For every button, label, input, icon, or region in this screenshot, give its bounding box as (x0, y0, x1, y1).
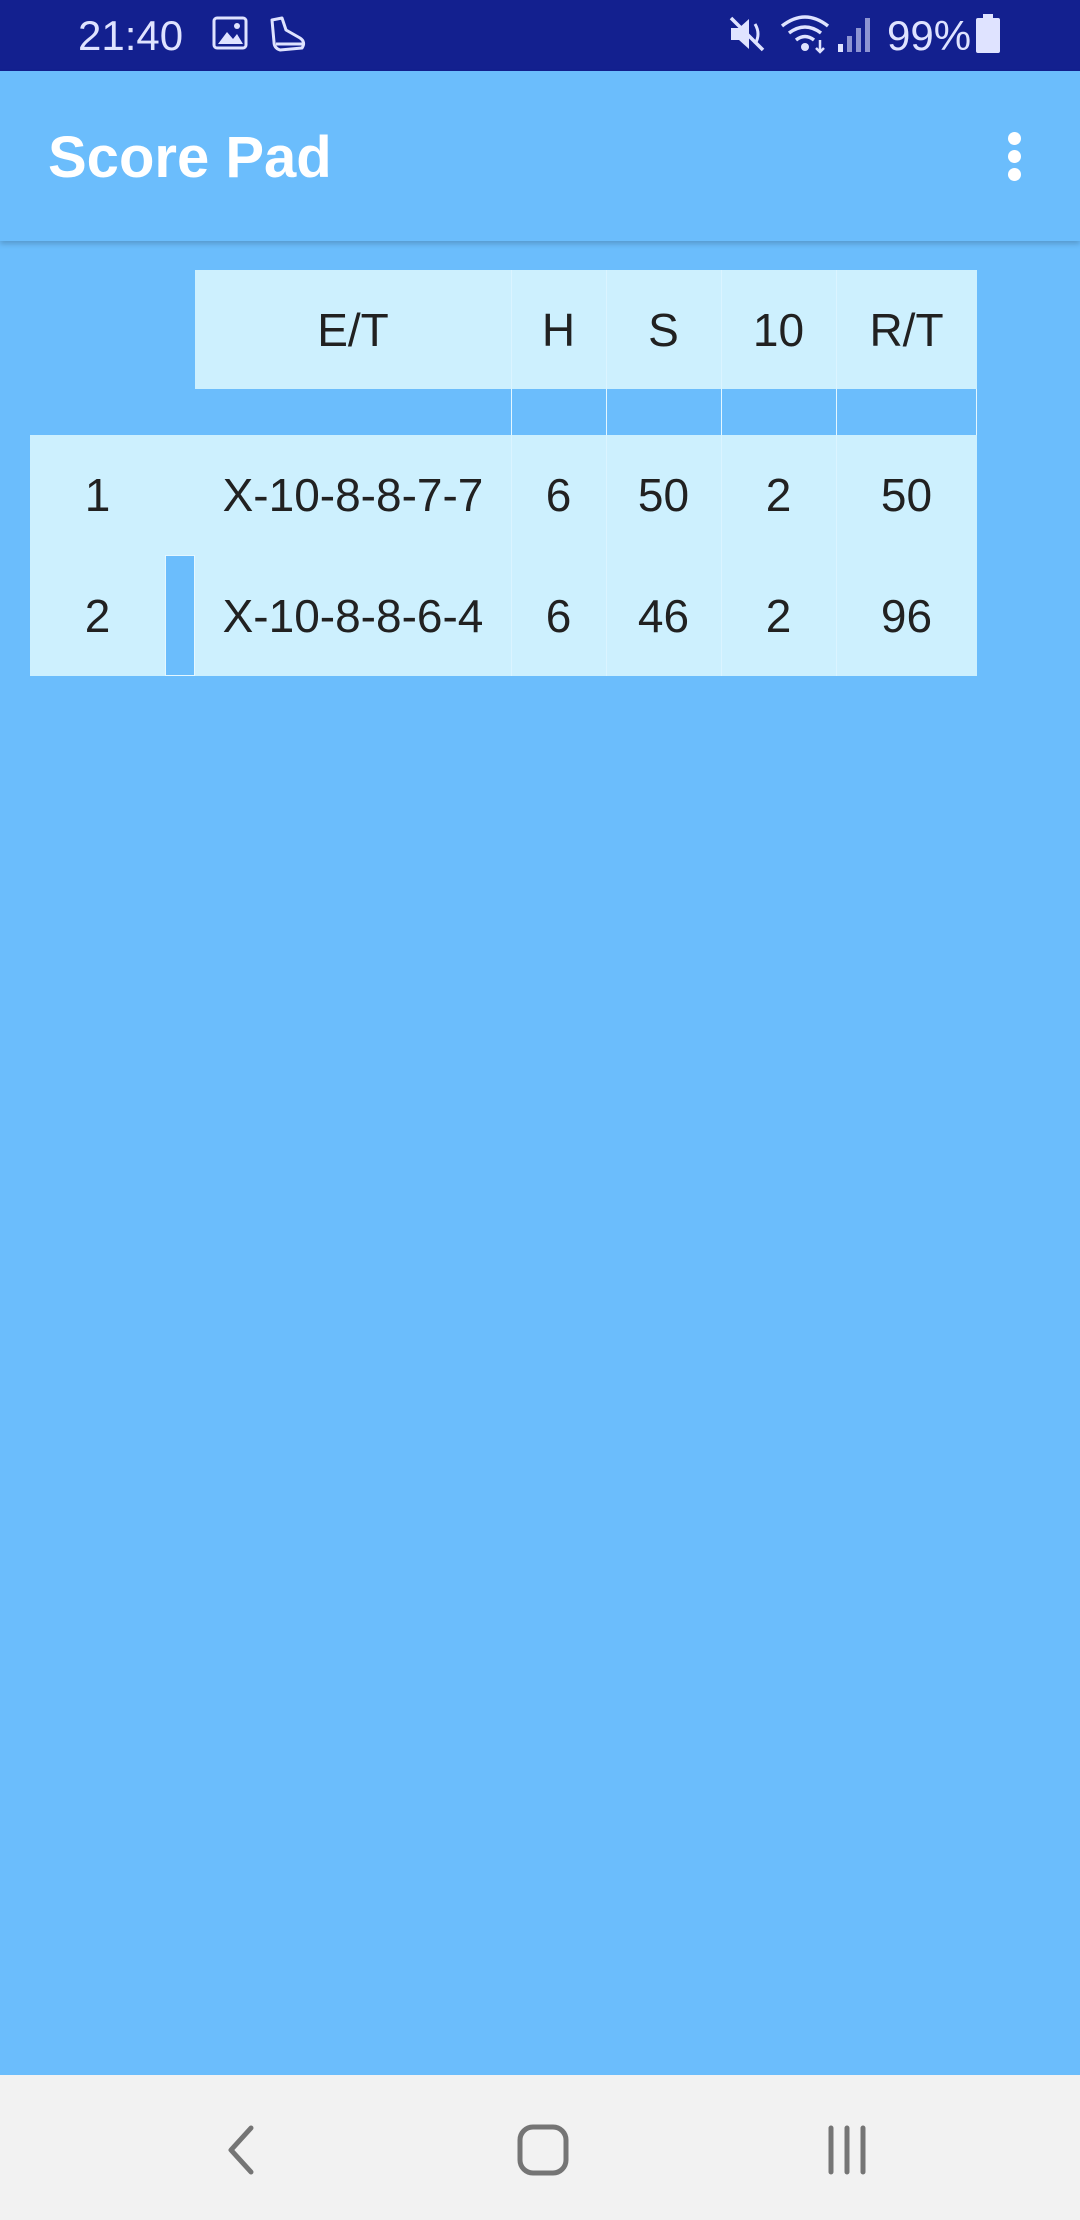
image-icon (212, 14, 248, 59)
mute-icon (727, 14, 767, 59)
hits-cell: 6 (511, 555, 606, 676)
end-total-cell: X-10-8-8-7-7 (195, 435, 511, 555)
header-s: S (606, 270, 721, 389)
row-spacer (165, 555, 195, 676)
row-number: 2 (30, 555, 165, 676)
header-rt: R/T (836, 270, 977, 389)
header-10: 10 (721, 270, 836, 389)
hits-cell: 6 (511, 435, 606, 555)
column-divider (721, 270, 722, 676)
score-cell: 50 (606, 435, 721, 555)
header-h: H (511, 270, 606, 389)
status-bar: 21:40 99% (0, 0, 1080, 71)
header-et: E/T (195, 270, 511, 389)
tens-cell: 2 (721, 435, 836, 555)
recents-icon[interactable] (802, 2105, 892, 2195)
back-icon[interactable] (196, 2105, 286, 2195)
spacer-divider (976, 389, 977, 435)
navigation-bar (0, 2075, 1080, 2220)
column-divider (836, 270, 837, 676)
battery-icon (975, 14, 1001, 59)
wifi-icon (780, 14, 830, 59)
running-total-cell: 50 (836, 435, 977, 555)
home-icon[interactable] (498, 2105, 588, 2195)
shoe-icon (266, 14, 308, 61)
score-cell: 46 (606, 555, 721, 676)
app-title: Score Pad (48, 125, 332, 190)
more-vert-icon[interactable] (990, 126, 1038, 186)
battery-percent: 99% (887, 12, 972, 59)
row-spacer (165, 435, 195, 555)
end-total-cell: X-10-8-8-6-4 (195, 555, 511, 676)
status-time: 21:40 (78, 12, 184, 59)
row-number: 1 (30, 435, 165, 555)
tens-cell: 2 (721, 555, 836, 676)
app-bar: Score Pad (0, 71, 1080, 241)
signal-icon (836, 14, 876, 59)
column-divider (511, 270, 512, 676)
running-total-cell: 96 (836, 555, 977, 676)
column-divider (606, 270, 607, 676)
